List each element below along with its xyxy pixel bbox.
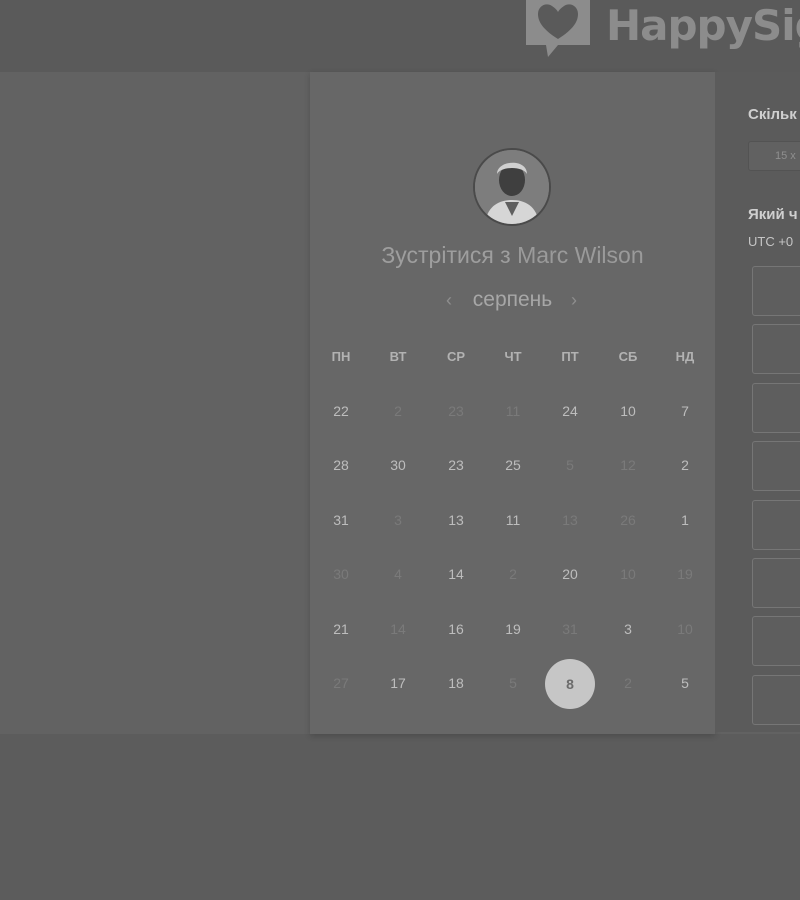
available-day[interactable]: 31 xyxy=(321,512,361,528)
unavailable-day: 26 xyxy=(620,511,636,528)
month-label: серпень xyxy=(310,288,715,312)
unavailable-day: 5 xyxy=(509,675,517,691)
available-day[interactable]: 25 xyxy=(493,457,533,473)
timezone-label[interactable]: UTC +0 xyxy=(748,234,793,249)
unavailable-day: 13 xyxy=(562,511,578,528)
available-day[interactable]: 7 xyxy=(665,403,705,419)
top-header: HappySig xyxy=(0,0,800,72)
available-day[interactable]: 28 xyxy=(321,457,361,473)
heart-chat-icon xyxy=(526,0,590,57)
available-day[interactable]: 2 xyxy=(665,457,705,473)
unavailable-day: 30 xyxy=(333,566,349,583)
brand-name: HappySig xyxy=(606,0,800,50)
available-day[interactable]: 19 xyxy=(493,621,533,637)
brand-logo[interactable]: HappySig xyxy=(520,0,800,60)
available-day[interactable]: 20 xyxy=(550,566,590,582)
meeting-title: Зустрітися з Marc Wilson xyxy=(310,242,715,269)
unavailable-day: 27 xyxy=(333,675,349,691)
duration-question: Скільк xyxy=(748,106,797,123)
unavailable-day: 2 xyxy=(624,675,632,691)
available-day[interactable]: 13 xyxy=(436,512,476,528)
weekday-label: СБ xyxy=(618,349,638,364)
available-day[interactable]: 16 xyxy=(436,621,476,637)
time-slot-button[interactable] xyxy=(752,499,800,550)
time-slot-button[interactable] xyxy=(752,558,800,608)
unavailable-day: 11 xyxy=(505,403,521,419)
available-day[interactable]: 5 xyxy=(665,675,705,691)
unavailable-day: 2 xyxy=(394,403,402,419)
time-slot-button[interactable] xyxy=(752,324,800,375)
unavailable-day: 23 xyxy=(448,403,464,419)
duration-select[interactable]: 15 х xyxy=(748,141,800,171)
unavailable-day: 19 xyxy=(677,566,693,583)
unavailable-day: 31 xyxy=(562,620,578,637)
available-day[interactable]: 24 xyxy=(550,403,590,419)
available-day[interactable]: 18 xyxy=(436,675,476,691)
weekday-label: ЧТ xyxy=(504,349,522,364)
available-day[interactable]: 23 xyxy=(436,457,476,473)
time-question: Який ч xyxy=(748,206,798,223)
selected-day[interactable]: 8 xyxy=(545,659,595,709)
time-slot-button[interactable] xyxy=(752,382,800,433)
time-slot-button[interactable] xyxy=(752,441,800,492)
next-month-arrow-icon[interactable]: › xyxy=(571,290,577,311)
available-day[interactable]: 14 xyxy=(436,566,476,582)
person-avatar-icon xyxy=(475,150,549,224)
weekday-label: ВТ xyxy=(389,349,407,364)
month-name: серпень xyxy=(472,288,553,311)
unavailable-day: 2 xyxy=(509,566,517,583)
booking-calendar-card: Зустрітися з Marc Wilson ‹ серпень › ПН В… xyxy=(310,72,715,734)
unavailable-day: 12 xyxy=(620,457,636,474)
title-prefix: Зустрітися з xyxy=(381,242,511,268)
available-day[interactable]: 17 xyxy=(378,675,418,691)
time-slot-button[interactable] xyxy=(752,266,800,316)
time-selection-panel: Скільк 15 х Який ч UTC +0 xyxy=(715,72,800,732)
weekday-label: ПН xyxy=(331,349,351,364)
unavailable-day: 3 xyxy=(394,511,402,528)
available-day[interactable]: 22 xyxy=(321,403,361,419)
unavailable-day: 10 xyxy=(620,566,636,583)
unavailable-day: 4 xyxy=(394,566,402,583)
time-slot-button[interactable] xyxy=(752,616,800,667)
available-day[interactable]: 1 xyxy=(665,512,705,528)
available-day[interactable]: 11 xyxy=(493,512,533,528)
unavailable-day: 5 xyxy=(566,457,574,474)
available-day[interactable]: 21 xyxy=(321,621,361,637)
weekday-label: СР xyxy=(446,349,466,364)
available-day[interactable]: 10 xyxy=(608,403,648,419)
host-avatar xyxy=(473,148,551,226)
weekday-label: ПТ xyxy=(561,349,579,364)
weekday-label: НД xyxy=(675,349,695,364)
unavailable-day: 14 xyxy=(390,620,406,637)
available-day[interactable]: 30 xyxy=(378,457,418,473)
available-day[interactable]: 3 xyxy=(608,621,648,637)
host-name: Marc Wilson xyxy=(517,242,644,268)
unavailable-day: 10 xyxy=(677,620,693,637)
time-slot-button[interactable] xyxy=(752,674,800,725)
